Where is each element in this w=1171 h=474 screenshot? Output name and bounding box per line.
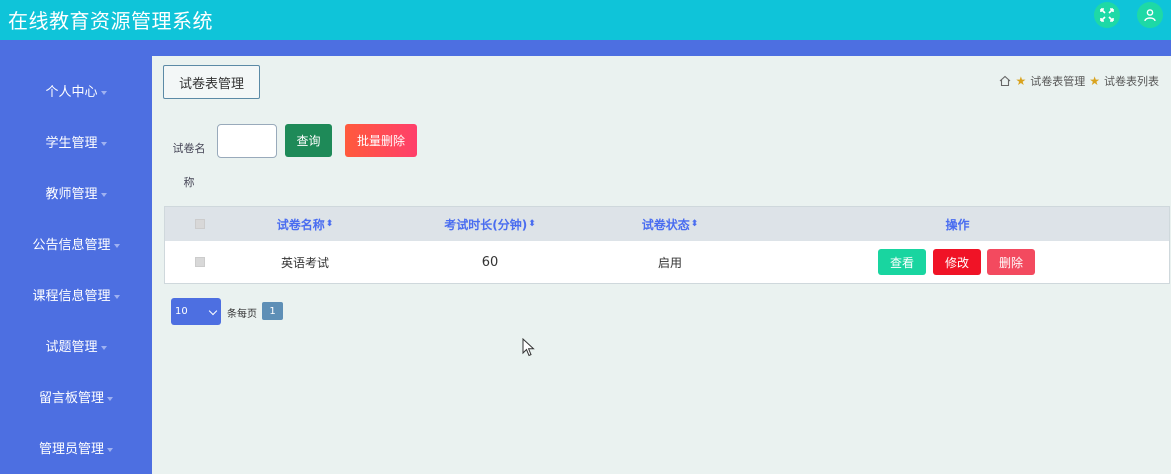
header-stripe bbox=[0, 40, 1171, 56]
page-size-label: 条每页 bbox=[227, 309, 257, 320]
page-title: 试卷表管理 bbox=[163, 65, 260, 99]
edit-button[interactable]: 修改 bbox=[933, 249, 981, 275]
page-size-value: 10 bbox=[175, 306, 188, 317]
chevron-down-icon bbox=[100, 141, 107, 146]
sidebar-item-label: 教师管理 bbox=[45, 187, 98, 202]
sidebar-item-label: 课程信息管理 bbox=[32, 289, 111, 304]
breadcrumb-item[interactable]: 试卷表管理 bbox=[1030, 73, 1085, 89]
star-icon: ★ bbox=[1089, 74, 1100, 88]
row-checkbox[interactable] bbox=[185, 242, 215, 282]
fullscreen-icon[interactable] bbox=[1094, 2, 1120, 28]
sidebar-item-label: 个人中心 bbox=[45, 85, 98, 100]
batch-delete-button[interactable]: 批量删除 bbox=[345, 124, 417, 157]
column-header-name[interactable]: 试卷名称 ⬍ bbox=[245, 207, 365, 241]
chevron-down-icon bbox=[113, 294, 120, 299]
column-header-status[interactable]: 试卷状态 ⬍ bbox=[615, 207, 725, 241]
sort-icon: ⬍ bbox=[528, 219, 536, 229]
cell-duration: 60 bbox=[481, 254, 499, 270]
view-button[interactable]: 查看 bbox=[878, 249, 926, 275]
sidebar-item-admins[interactable]: 管理员管理 bbox=[0, 438, 152, 462]
user-icon[interactable] bbox=[1137, 2, 1163, 28]
query-button[interactable]: 查询 bbox=[285, 124, 332, 157]
chevron-down-icon bbox=[100, 90, 107, 95]
chevron-down-icon bbox=[208, 306, 218, 316]
search-label: 试卷名称 bbox=[172, 142, 206, 189]
sidebar-item-questions[interactable]: 试题管理 bbox=[0, 336, 152, 360]
sort-icon: ⬍ bbox=[325, 219, 334, 229]
home-icon[interactable] bbox=[999, 75, 1011, 87]
sidebar-item-label: 公告信息管理 bbox=[32, 238, 111, 253]
chevron-down-icon bbox=[107, 396, 113, 401]
delete-button[interactable]: 删除 bbox=[987, 249, 1035, 275]
page-number-button[interactable]: 1 bbox=[262, 302, 283, 320]
chevron-down-icon bbox=[100, 345, 107, 350]
sidebar-item-message-board[interactable]: 留言板管理 bbox=[0, 387, 152, 411]
main-content: 试卷表管理 ★ 试卷表管理 ★ 试卷表列表 试卷名称 查询 批量删除 试卷名称 ⬍… bbox=[152, 56, 1171, 474]
sidebar-item-students[interactable]: 学生管理 bbox=[0, 132, 152, 156]
sidebar-item-label: 留言板管理 bbox=[38, 391, 104, 406]
cell-name: 英语考试 bbox=[280, 255, 329, 270]
star-icon: ★ bbox=[1015, 74, 1027, 88]
chevron-down-icon bbox=[107, 447, 113, 452]
top-bar: 在线教育资源管理系统 bbox=[0, 0, 1171, 40]
sidebar-item-label: 学生管理 bbox=[45, 136, 98, 151]
sidebar-item-announcements[interactable]: 公告信息管理 bbox=[0, 234, 152, 258]
sidebar-item-courses[interactable]: 课程信息管理 bbox=[0, 285, 152, 309]
sidebar-item-label: 试题管理 bbox=[45, 340, 98, 355]
chevron-down-icon bbox=[113, 243, 120, 248]
table-row: 英语考试 60 启用 查看 修改 删除 bbox=[165, 242, 1169, 282]
breadcrumb: ★ 试卷表管理 ★ 试卷表列表 bbox=[999, 73, 1159, 89]
column-header-duration[interactable]: 考试时长(分钟) ⬍ bbox=[425, 207, 555, 241]
chevron-down-icon bbox=[100, 192, 107, 197]
breadcrumb-item: 试卷表列表 bbox=[1104, 75, 1159, 88]
column-header-actions: 操作 bbox=[945, 217, 970, 232]
sidebar: 个人中心 学生管理 教师管理 公告信息管理 课程信息管理 试题管理 留言板管理 … bbox=[0, 56, 152, 474]
select-all-checkbox[interactable] bbox=[185, 207, 215, 241]
sidebar-item-personal-center[interactable]: 个人中心 bbox=[0, 81, 152, 105]
exam-table: 试卷名称 ⬍ 考试时长(分钟) ⬍ 试卷状态 ⬍ 操作 英语考试 60 启用 查看 修… bbox=[164, 206, 1170, 284]
mouse-cursor-icon bbox=[522, 338, 535, 357]
cell-status: 启用 bbox=[657, 255, 682, 270]
page-size-select[interactable]: 10 bbox=[171, 298, 221, 325]
table-header: 试卷名称 ⬍ 考试时长(分钟) ⬍ 试卷状态 ⬍ 操作 bbox=[165, 207, 1169, 241]
app-title: 在线教育资源管理系统 bbox=[8, 9, 213, 33]
sidebar-item-label: 管理员管理 bbox=[38, 442, 104, 457]
sidebar-item-teachers[interactable]: 教师管理 bbox=[0, 183, 152, 207]
search-input[interactable] bbox=[217, 124, 277, 158]
sort-icon: ⬍ bbox=[690, 219, 699, 229]
